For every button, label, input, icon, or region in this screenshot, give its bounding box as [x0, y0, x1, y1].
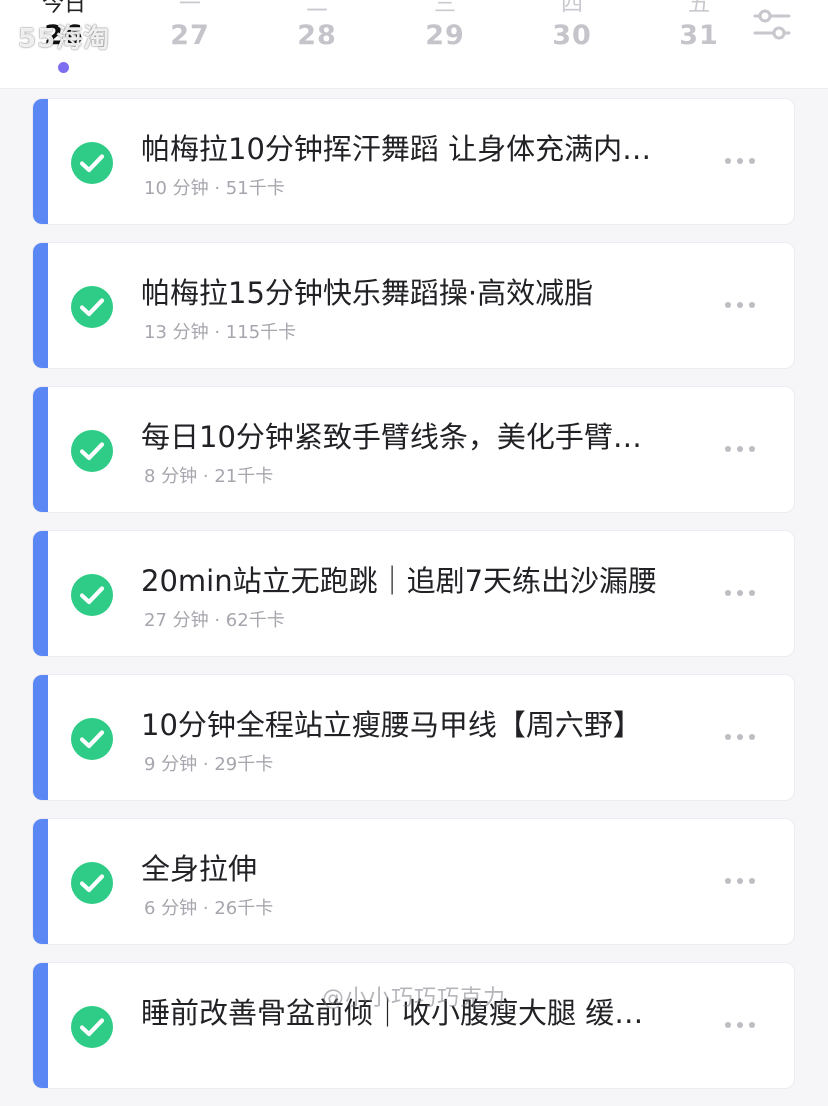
more-options-icon[interactable] [724, 875, 756, 887]
workout-title: 10分钟全程站立瘦腰马甲线【周六野】 [141, 708, 642, 742]
card-accent-bar [33, 99, 48, 224]
check-circle-icon [71, 1006, 113, 1048]
day-weekday: 今日 [41, 0, 86, 17]
day-weekday: 三 [433, 0, 456, 17]
workout-meta: 8 分钟 · 21千卡 [144, 466, 274, 487]
workout-meta: 27 分钟 · 62千卡 [144, 610, 285, 631]
check-circle-icon [71, 142, 113, 184]
day-number: 29 [425, 20, 465, 51]
check-circle-icon [71, 574, 113, 616]
active-day-dot [58, 62, 69, 73]
check-circle-icon [71, 862, 113, 904]
workout-card[interactable]: 帕梅拉10分钟挥汗舞蹈 让身体充满内… 10 分钟 · 51千卡 [32, 98, 795, 225]
day-number: 31 [679, 20, 719, 51]
workout-title: 每日10分钟紧致手臂线条，美化手臂… [141, 420, 642, 454]
day-weekday: 四 [560, 0, 583, 17]
date-strip: 今日 26 一 27 二 28 三 29 四 30 五 31 55海淘 [0, 0, 828, 88]
day-weekday: 二 [305, 0, 328, 17]
workout-list: 帕梅拉10分钟挥汗舞蹈 让身体充满内… 10 分钟 · 51千卡 帕梅拉15分钟… [32, 98, 795, 1106]
card-accent-bar [33, 819, 48, 944]
more-options-icon[interactable] [724, 155, 756, 167]
card-accent-bar [33, 387, 48, 512]
more-options-icon[interactable] [724, 587, 756, 599]
day-weekday: 一 [178, 0, 201, 17]
workout-card[interactable]: 10分钟全程站立瘦腰马甲线【周六野】 9 分钟 · 29千卡 [32, 674, 795, 801]
sliders-icon[interactable] [752, 4, 792, 44]
workout-meta: 10 分钟 · 51千卡 [144, 178, 285, 199]
workout-card[interactable]: 每日10分钟紧致手臂线条，美化手臂… 8 分钟 · 21千卡 [32, 386, 795, 513]
workout-title: 帕梅拉10分钟挥汗舞蹈 让身体充满内… [141, 132, 652, 166]
watermark-username: @小小巧巧巧克力 [322, 986, 507, 1011]
day-29[interactable]: 三 29 [405, 0, 485, 88]
workout-card[interactable]: 全身拉伸 6 分钟 · 26千卡 [32, 818, 795, 945]
workout-card[interactable]: 帕梅拉15分钟快乐舞蹈操·高效减脂 13 分钟 · 115千卡 [32, 242, 795, 369]
workout-title: 20min站立无跑跳｜追剧7天练出沙漏腰 [141, 564, 658, 598]
day-number: 28 [297, 20, 337, 51]
workout-meta: 6 分钟 · 26千卡 [144, 898, 274, 919]
day-27[interactable]: 一 27 [150, 0, 230, 88]
day-number: 27 [170, 20, 210, 51]
check-circle-icon [71, 286, 113, 328]
day-28[interactable]: 二 28 [277, 0, 357, 88]
watermark-logo: 55海淘 [18, 24, 111, 54]
workout-title: 全身拉伸 [141, 852, 258, 886]
day-30[interactable]: 四 30 [532, 0, 612, 88]
workout-title: 帕梅拉15分钟快乐舞蹈操·高效减脂 [141, 276, 594, 310]
day-weekday: 五 [687, 0, 710, 17]
day-31[interactable]: 五 31 [659, 0, 739, 88]
card-accent-bar [33, 675, 48, 800]
card-accent-bar [33, 243, 48, 368]
check-circle-icon [71, 430, 113, 472]
more-options-icon[interactable] [724, 731, 756, 743]
more-options-icon[interactable] [724, 299, 756, 311]
card-accent-bar [33, 963, 48, 1088]
day-number: 30 [552, 20, 592, 51]
more-options-icon[interactable] [724, 1019, 756, 1031]
workout-card[interactable]: 20min站立无跑跳｜追剧7天练出沙漏腰 27 分钟 · 62千卡 [32, 530, 795, 657]
workout-meta: 9 分钟 · 29千卡 [144, 754, 274, 775]
workout-meta: 13 分钟 · 115千卡 [144, 322, 297, 343]
more-options-icon[interactable] [724, 443, 756, 455]
card-accent-bar [33, 531, 48, 656]
check-circle-icon [71, 718, 113, 760]
